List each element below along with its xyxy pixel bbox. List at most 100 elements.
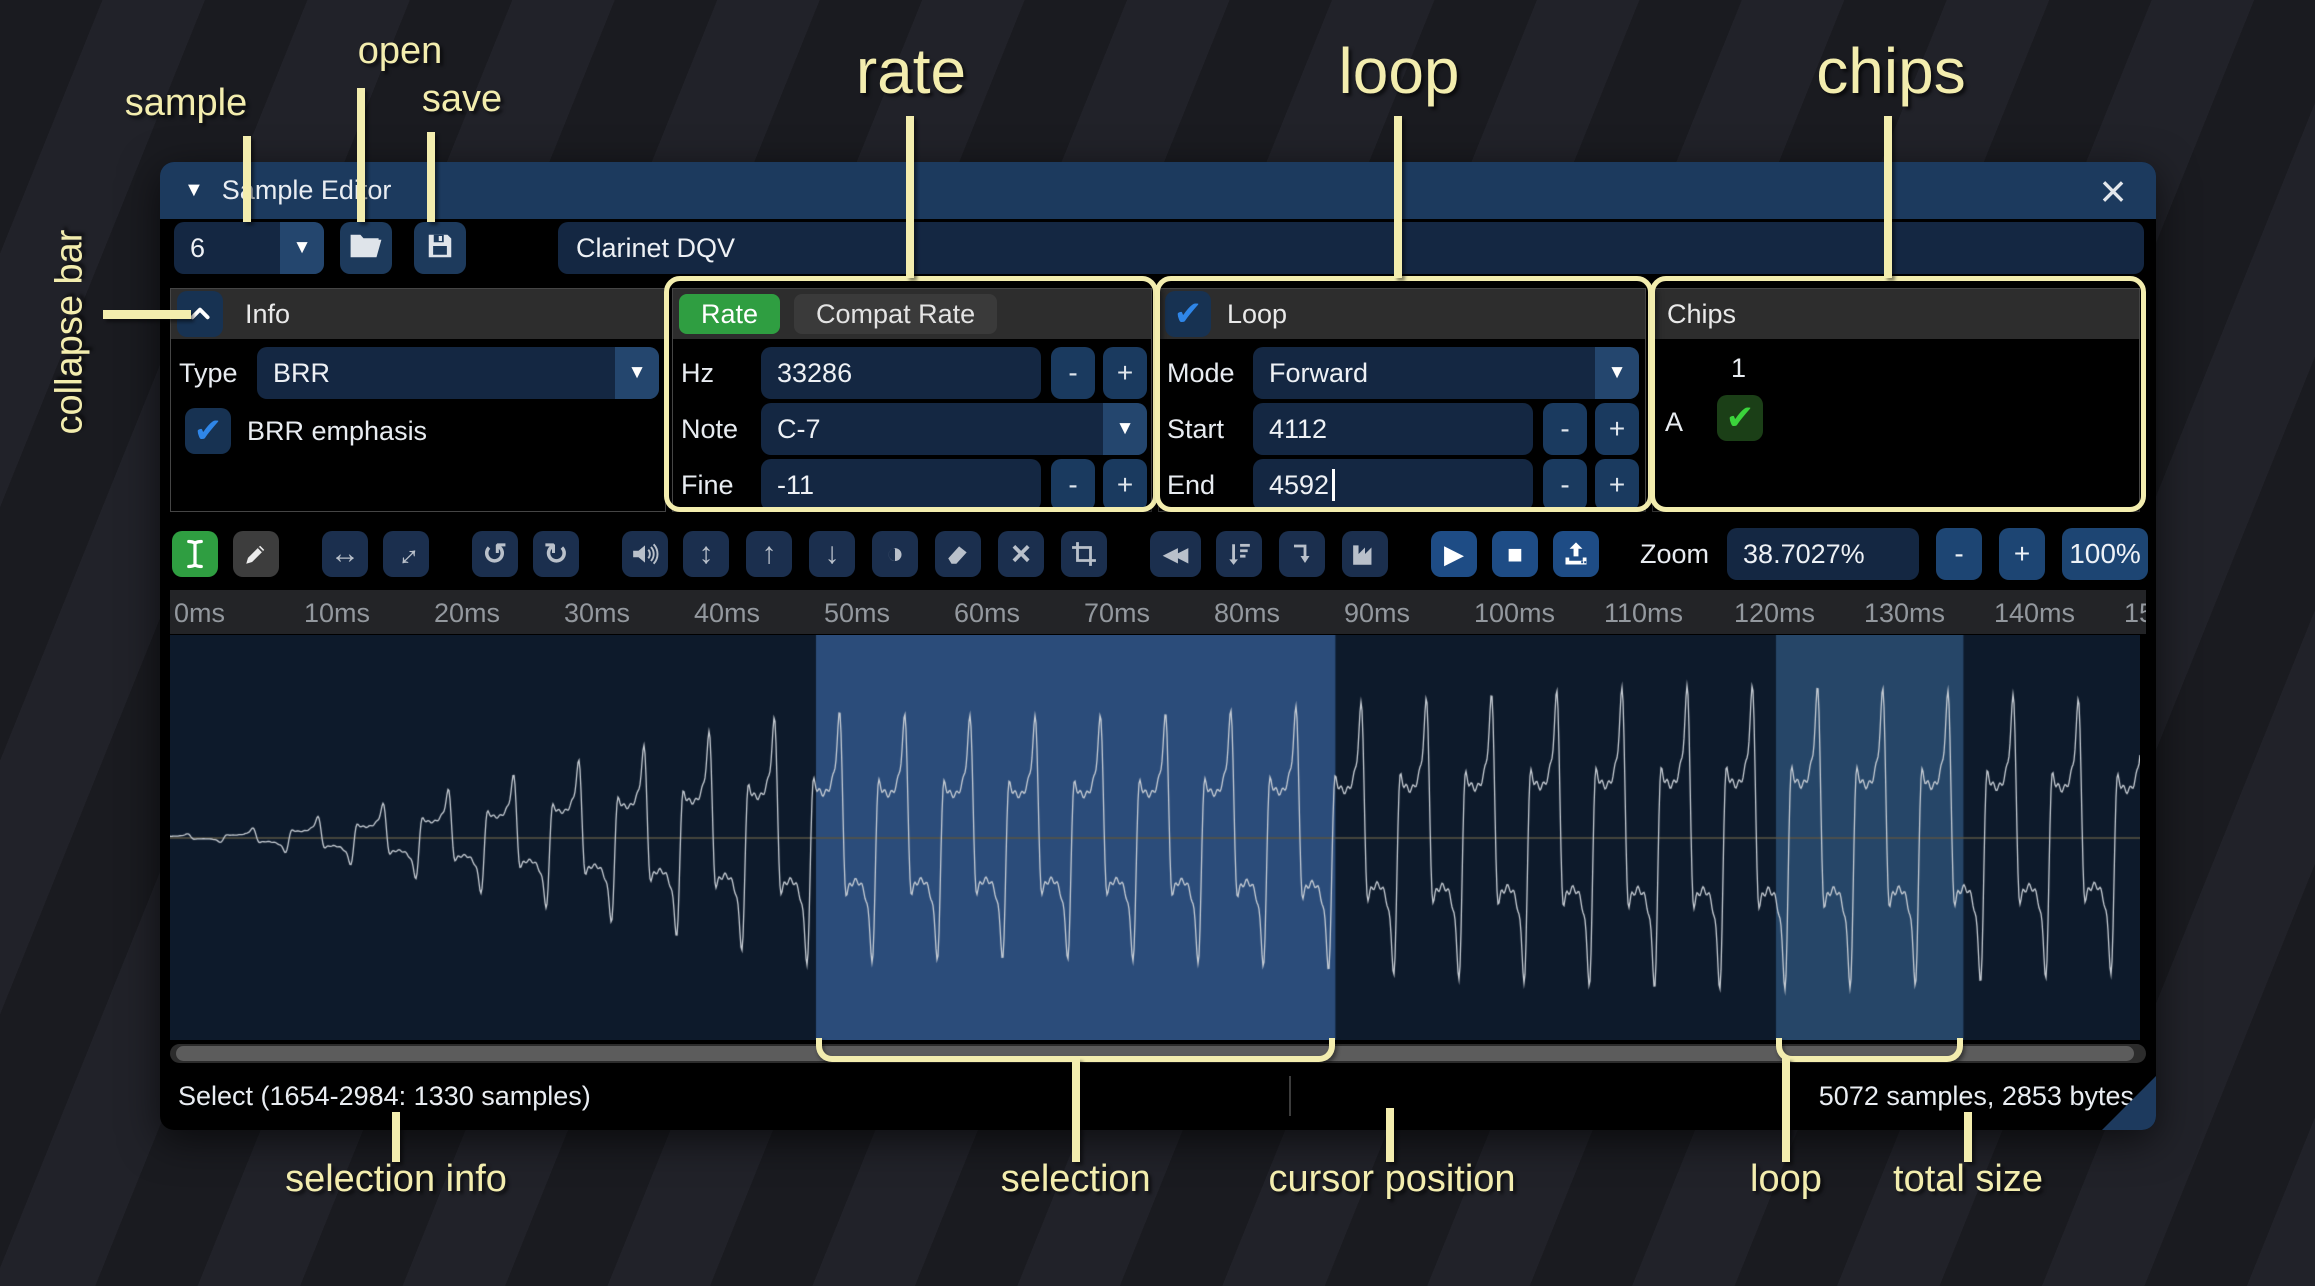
ruler-tick-label: 110ms xyxy=(1604,598,1684,628)
ibeam-icon xyxy=(187,539,203,569)
ruler-tick-label: 90ms xyxy=(1344,598,1411,628)
loop-bracket xyxy=(1775,1038,1964,1062)
pencil-draw-tool-button[interactable] xyxy=(233,531,279,577)
zoom-out-button[interactable]: - xyxy=(1936,528,1983,580)
ruler-tick-label: 130ms xyxy=(1864,598,1946,628)
status-divider xyxy=(1289,1076,1291,1116)
annotation-rate: rate xyxy=(855,35,967,107)
name-input[interactable]: Clarinet DQV xyxy=(558,222,2144,274)
annotation-line-collapse-bar xyxy=(103,310,191,319)
sample-number-select[interactable]: 6 ▼ xyxy=(174,222,324,274)
dropdown-arrow-icon[interactable]: ▼ xyxy=(280,222,324,274)
backward-icon: ◀◀ xyxy=(1162,543,1189,566)
loop-highlight-box xyxy=(1155,276,1653,512)
apply-button[interactable] xyxy=(1279,531,1325,577)
folder-open-icon xyxy=(349,232,383,265)
go-to-begin-button[interactable]: ◀◀ xyxy=(1150,531,1201,577)
dropdown-arrow-icon[interactable]: ▼ xyxy=(615,347,659,399)
resize-vertical-button[interactable]: ↕ xyxy=(683,531,729,577)
title-bar[interactable]: ▼ Sample Editor xyxy=(160,162,2156,219)
annotation-line-chips xyxy=(1884,116,1892,278)
sort-button[interactable] xyxy=(1216,531,1262,577)
arrow-up-icon: ↑ xyxy=(761,537,777,570)
annotation-line-selection xyxy=(1071,1058,1080,1162)
ruler-tick-label: 20ms xyxy=(434,598,501,628)
annotation-open: open xyxy=(357,30,443,72)
open-button[interactable] xyxy=(340,222,392,274)
waveform-display[interactable] xyxy=(170,635,2140,1040)
ruler-tick-label: 50ms xyxy=(824,598,891,628)
redo-button[interactable]: ↻ xyxy=(533,531,579,577)
eraser-icon xyxy=(948,546,967,564)
import-button[interactable] xyxy=(1553,531,1599,577)
annotation-line-sample xyxy=(243,136,251,222)
annotation-loop: loop xyxy=(1338,35,1460,107)
info-header: Info xyxy=(171,289,665,339)
floppy-disk-icon xyxy=(425,231,455,266)
half-circle-icon: ◑ xyxy=(885,537,905,570)
create-wavetable-button[interactable] xyxy=(1342,531,1388,577)
annotation-line-save xyxy=(427,132,435,222)
time-ruler[interactable]: 0ms 10ms 20ms 30ms 40ms 50ms 60ms 70ms 80ms 90ms 1… xyxy=(170,590,2146,634)
resize-grip[interactable] xyxy=(2102,1076,2156,1130)
brr-emphasis-label: BRR emphasis xyxy=(247,415,428,446)
zoom-reset-button[interactable]: 100% xyxy=(2062,528,2149,580)
sort-amount-down-icon xyxy=(1229,543,1250,565)
fade-out-button[interactable]: ↓ xyxy=(809,531,855,577)
info-panel: Info Type BRR ▼ ✔ BRR emphasis xyxy=(170,288,666,512)
zoom-in-button[interactable]: + xyxy=(1999,528,2046,580)
type-value: BRR xyxy=(273,357,331,388)
ibeam-select-tool-button[interactable] xyxy=(172,531,218,577)
undo-icon: ↺ xyxy=(482,537,508,571)
sample-number-value: 6 xyxy=(190,232,206,263)
x-icon: × xyxy=(1011,534,1031,573)
level-down-icon xyxy=(1294,544,1310,563)
annotation-loop-bottom: loop xyxy=(1750,1158,1822,1200)
annotation-collapse-bar: collapse bar xyxy=(48,229,91,435)
play-icon: ▶ xyxy=(1444,538,1464,569)
total-size-text: 5072 samples, 2853 bytes xyxy=(1818,1081,2134,1111)
undo-button[interactable]: ↺ xyxy=(472,531,518,577)
ruler-tick-label: 10ms xyxy=(304,598,371,628)
ruler-tick-label: 150ms xyxy=(2124,598,2146,628)
redo-icon: ↻ xyxy=(543,537,569,571)
crop-icon xyxy=(1072,542,1096,566)
stop-button[interactable]: ■ xyxy=(1492,531,1538,577)
annotation-line-cursor-position xyxy=(1386,1108,1394,1162)
rate-highlight-box xyxy=(664,276,1158,512)
annotation-line-selection-info xyxy=(392,1112,400,1162)
pencil-icon xyxy=(246,545,265,564)
ruler-tick-label: 40ms xyxy=(694,598,761,628)
resize-diagonal-button[interactable]: ↔ xyxy=(383,531,429,577)
arrows-vertical-icon: ↕ xyxy=(698,537,714,570)
resize-horizontal-button[interactable]: ↔ xyxy=(322,531,368,577)
annotation-line-total-size xyxy=(1964,1112,1972,1162)
collapse-triangle-icon[interactable]: ▼ xyxy=(184,179,204,202)
type-select[interactable]: BRR ▼ xyxy=(257,347,659,399)
zoom-value: 38.7027% xyxy=(1743,538,1865,569)
zoom-input[interactable]: 38.7027% xyxy=(1727,528,1920,580)
ruler-tick-label: 100ms xyxy=(1474,598,1556,628)
zoom-label: Zoom xyxy=(1640,538,1710,569)
annotation-line-open xyxy=(357,88,365,222)
annotation-line-loop xyxy=(1394,116,1402,278)
volume-button[interactable] xyxy=(622,531,668,577)
industry-icon xyxy=(1353,545,1372,565)
fade-in-button[interactable]: ↑ xyxy=(746,531,792,577)
brr-emphasis-checkbox[interactable]: ✔ xyxy=(185,408,231,454)
speaker-icon xyxy=(633,543,659,565)
annotation-chips: chips xyxy=(1816,35,1966,107)
silence-button[interactable] xyxy=(935,531,981,577)
arrow-down-icon: ↓ xyxy=(824,537,840,570)
ruler-tick-label: 120ms xyxy=(1734,598,1816,628)
annotation-selection-info: selection info xyxy=(285,1158,507,1200)
check-icon: ✔ xyxy=(193,412,223,450)
invert-button[interactable]: ◑ xyxy=(872,531,918,577)
trim-button[interactable] xyxy=(1061,531,1107,577)
name-value: Clarinet DQV xyxy=(576,232,736,263)
close-icon[interactable]: × xyxy=(2086,162,2140,219)
info-title: Info xyxy=(245,298,291,329)
delete-button[interactable]: × xyxy=(998,531,1044,577)
play-button[interactable]: ▶ xyxy=(1431,531,1477,577)
save-button[interactable] xyxy=(414,222,466,274)
